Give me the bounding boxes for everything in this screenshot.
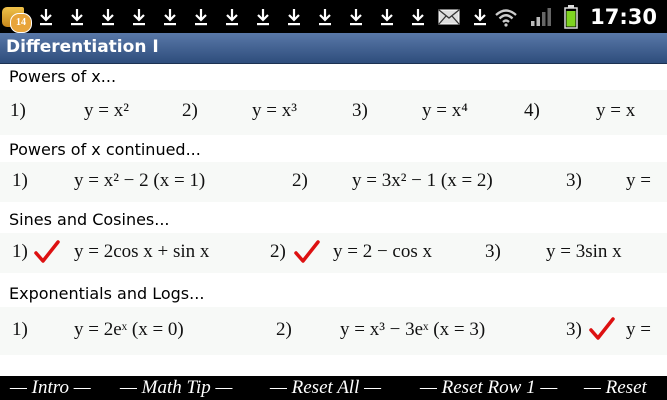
question-expression[interactable]: y = x² xyxy=(84,100,129,122)
section-heading-exponentials-logs: Exponentials and Logs... xyxy=(9,284,205,303)
page-title: Differentiation I xyxy=(6,37,159,57)
question-row-exponentials-logs: 1) y = 2eˣ (x = 0) 2) y = x³ − 3eˣ (x = … xyxy=(0,307,667,355)
status-clock: 17:30 xyxy=(590,4,657,29)
download-icon xyxy=(402,0,433,33)
mail-icon xyxy=(433,0,464,33)
download-icon xyxy=(278,0,309,33)
download-icon xyxy=(61,0,92,33)
download-icon xyxy=(123,0,154,33)
question-number[interactable]: 1) xyxy=(12,319,28,341)
question-number[interactable]: 3) xyxy=(352,100,368,122)
question-number[interactable]: 2) xyxy=(182,100,198,122)
section-heading-powers-continued: Powers of x continued... xyxy=(9,140,201,159)
download-icon xyxy=(371,0,402,33)
download-icon xyxy=(185,0,216,33)
wifi-icon xyxy=(494,0,518,33)
question-expression[interactable]: y = 3sin x xyxy=(546,241,622,263)
question-row-powers-continued: 1) y = x² − 2 (x = 1) 2) y = 3x² − 1 (x … xyxy=(0,162,667,352)
question-expression[interactable]: y = 2 − cos x xyxy=(333,241,432,263)
reset-all-button[interactable]: — Reset All — xyxy=(270,377,381,399)
question-number[interactable]: 1) xyxy=(12,170,28,192)
question-expression[interactable]: y = x³ − 3eˣ (x = 3) xyxy=(340,319,485,341)
question-number[interactable]: 3) xyxy=(485,241,501,263)
signal-icon xyxy=(530,0,552,33)
bottom-action-bar: — Intro — — Math Tip — — Reset All — — R… xyxy=(0,376,667,400)
question-number[interactable]: 1) xyxy=(10,100,26,122)
question-expression[interactable]: y = x xyxy=(596,100,635,122)
question-number[interactable]: 1) xyxy=(12,241,28,263)
check-mark-icon xyxy=(34,240,60,263)
question-number[interactable]: 3) xyxy=(566,319,582,341)
download-icon xyxy=(30,0,61,33)
download-icon xyxy=(216,0,247,33)
download-icon xyxy=(464,0,495,33)
question-expression[interactable]: y = xyxy=(626,319,651,341)
download-icon xyxy=(340,0,371,33)
download-icon xyxy=(92,0,123,33)
question-number[interactable]: 3) xyxy=(566,170,582,192)
app-notification-icon: 14 xyxy=(0,0,32,33)
status-bar: 14 17:30 xyxy=(0,0,667,33)
question-expression[interactable]: y = 2eˣ (x = 0) xyxy=(74,319,184,341)
math-tip-button[interactable]: — Math Tip — xyxy=(120,377,232,399)
question-number[interactable]: 2) xyxy=(292,170,308,192)
intro-button[interactable]: — Intro — xyxy=(10,377,91,399)
question-number[interactable]: 4) xyxy=(524,100,540,122)
question-row-sines-cosines: 1) y = 2cos x + sin x 2) y = 2 − cos x 3… xyxy=(0,233,667,273)
question-row-powers: 1) y = x² 2) y = x³ 3) y = x⁴ 4) y = x xyxy=(0,90,667,135)
reset-row-button[interactable]: — Reset Row 1 — xyxy=(420,377,557,399)
check-mark-icon xyxy=(294,240,320,263)
battery-icon xyxy=(564,0,578,33)
question-expression[interactable]: y = x² − 2 (x = 1) xyxy=(74,170,205,192)
download-icon xyxy=(309,0,340,33)
question-expression[interactable]: y = x³ xyxy=(252,100,297,122)
reset-button[interactable]: — Reset xyxy=(584,377,647,399)
question-number[interactable]: 2) xyxy=(276,319,292,341)
download-icon xyxy=(154,0,185,33)
check-mark-icon xyxy=(589,317,615,340)
download-icon xyxy=(247,0,278,33)
section-heading-sines-cosines: Sines and Cosines... xyxy=(9,210,170,229)
question-expression[interactable]: y = xyxy=(626,170,651,192)
notification-count-badge: 14 xyxy=(10,13,32,33)
question-expression[interactable]: y = 3x² − 1 (x = 2) xyxy=(352,170,493,192)
title-bar: Differentiation I xyxy=(0,33,667,64)
notification-area[interactable]: 14 xyxy=(0,0,495,33)
question-expression[interactable]: y = 2cos x + sin x xyxy=(74,241,209,263)
question-expression[interactable]: y = x⁴ xyxy=(422,100,468,122)
section-heading-powers: Powers of x... xyxy=(9,67,117,86)
question-number[interactable]: 2) xyxy=(270,241,286,263)
